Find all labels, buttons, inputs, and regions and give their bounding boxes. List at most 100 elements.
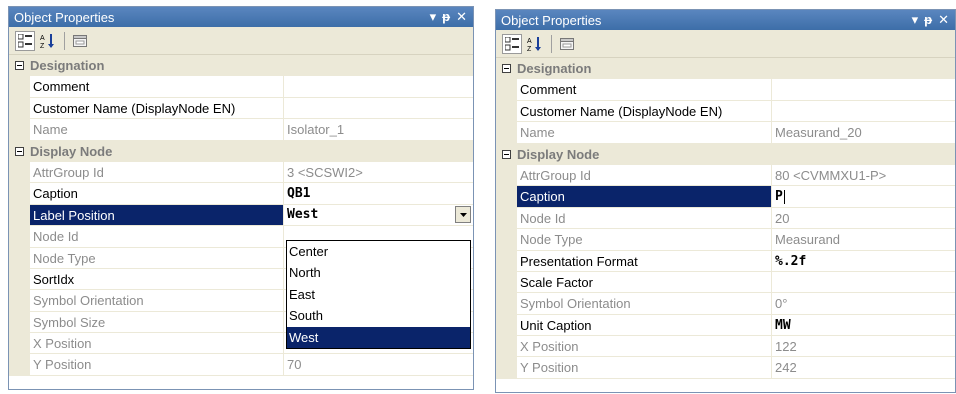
dropdown-arrow-button[interactable] — [455, 206, 471, 224]
property-name[interactable]: Comment — [517, 79, 772, 101]
property-name[interactable]: Symbol Orientation — [30, 290, 284, 312]
property-row-x-position[interactable]: X Position 122 — [496, 336, 955, 358]
collapse-toggle-icon[interactable] — [9, 55, 30, 76]
property-value-text: West — [287, 207, 319, 223]
property-name[interactable]: Symbol Orientation — [517, 293, 772, 315]
property-name[interactable]: Node Id — [30, 226, 284, 248]
property-name[interactable]: X Position — [30, 333, 284, 355]
alphabetical-button[interactable]: A Z — [38, 31, 58, 51]
property-pages-icon — [73, 34, 87, 47]
property-name[interactable]: Name — [30, 119, 284, 141]
window-position-dropdown-icon[interactable]: ▾ — [430, 10, 437, 24]
window-position-dropdown-icon[interactable]: ▾ — [912, 13, 919, 27]
property-row-caption[interactable]: Caption QB1 — [9, 183, 473, 205]
property-value[interactable] — [772, 79, 955, 101]
category-display-node[interactable]: Display Node — [9, 140, 473, 162]
property-row-name[interactable]: Name Isolator_1 — [9, 119, 473, 141]
property-value[interactable]: West — [284, 205, 473, 227]
dropdown-option-north[interactable]: North — [287, 262, 470, 283]
row-gutter — [9, 119, 30, 141]
property-row-caption[interactable]: Caption P — [496, 186, 955, 208]
pin-icon[interactable]: ᵽ — [442, 10, 450, 24]
property-row-node-id[interactable]: Node Id 20 — [496, 207, 955, 230]
label-position-dropdown-list[interactable]: Center North East South West — [286, 240, 471, 349]
property-value[interactable] — [772, 101, 955, 123]
property-name[interactable]: Label Position — [30, 204, 284, 227]
property-value[interactable] — [772, 272, 955, 294]
categorized-button[interactable] — [502, 33, 522, 54]
property-row-y-position[interactable]: Y Position 242 — [496, 357, 955, 379]
property-row-customer-name-displaynode-en[interactable]: Customer Name (DisplayNode EN) — [9, 97, 473, 120]
categorized-icon — [505, 36, 519, 50]
property-name[interactable]: Customer Name (DisplayNode EN) — [30, 97, 284, 120]
close-icon[interactable]: ✕ — [938, 13, 949, 27]
row-gutter — [496, 314, 517, 337]
property-name[interactable]: Caption — [517, 186, 772, 208]
category-display-node[interactable]: Display Node — [496, 143, 955, 165]
property-name[interactable]: Node Type — [30, 247, 284, 269]
property-value[interactable] — [284, 98, 473, 120]
collapse-toggle-icon[interactable] — [496, 58, 517, 79]
category-designation[interactable]: Designation — [9, 55, 473, 77]
property-value[interactable] — [284, 76, 473, 98]
row-gutter — [496, 207, 517, 230]
alphabetical-button[interactable]: A Z — [525, 34, 545, 54]
property-value[interactable]: %.2f — [772, 251, 955, 272]
property-row-attrgroup-id[interactable]: AttrGroup Id 3 <SCSWI2> — [9, 161, 473, 184]
dropdown-option-east[interactable]: East — [287, 284, 470, 305]
property-row-scale-factor[interactable]: Scale Factor — [496, 271, 955, 294]
property-name[interactable]: Presentation Format — [517, 250, 772, 272]
row-gutter — [9, 161, 30, 184]
property-pages-button[interactable] — [70, 31, 90, 51]
property-row-customer-name-displaynode-en[interactable]: Customer Name (DisplayNode EN) — [496, 100, 955, 123]
property-name[interactable]: AttrGroup Id — [517, 164, 772, 187]
dropdown-option-south[interactable]: South — [287, 305, 470, 326]
row-gutter — [496, 122, 517, 144]
category-designation[interactable]: Designation — [496, 58, 955, 80]
property-value: 70 — [284, 354, 473, 376]
row-gutter — [9, 290, 30, 312]
property-value[interactable]: MW — [772, 315, 955, 337]
minus-box-icon — [502, 149, 511, 159]
collapse-toggle-icon[interactable] — [496, 144, 517, 165]
property-row-y-position[interactable]: Y Position 70 — [9, 354, 473, 376]
property-name[interactable]: Unit Caption — [517, 314, 772, 337]
row-gutter — [9, 226, 30, 248]
close-icon[interactable]: ✕ — [456, 10, 467, 24]
property-value-text[interactable]: P — [775, 189, 783, 204]
property-name[interactable]: Y Position — [517, 357, 772, 379]
property-row-comment[interactable]: Comment — [496, 79, 955, 101]
panel-titlebar[interactable]: Object Properties ▾ ᵽ ✕ — [9, 7, 473, 27]
property-name[interactable]: SortIdx — [30, 268, 284, 291]
property-name[interactable]: Node Id — [517, 207, 772, 230]
property-value: 0° — [772, 293, 955, 315]
property-row-name[interactable]: Name Measurand_20 — [496, 122, 955, 144]
property-name[interactable]: Name — [517, 122, 772, 144]
property-name[interactable]: Customer Name (DisplayNode EN) — [517, 100, 772, 123]
panel-titlebar[interactable]: Object Properties ▾ ᵽ ✕ — [496, 10, 955, 30]
pin-icon[interactable]: ᵽ — [924, 13, 932, 27]
property-row-comment[interactable]: Comment — [9, 76, 473, 98]
property-row-node-type[interactable]: Node Type Measurand — [496, 229, 955, 251]
property-row-presentation-format[interactable]: Presentation Format %.2f — [496, 250, 955, 272]
collapse-toggle-icon[interactable] — [9, 141, 30, 162]
property-value[interactable]: P — [772, 186, 955, 208]
property-name[interactable]: Y Position — [30, 354, 284, 376]
property-name[interactable]: Scale Factor — [517, 271, 772, 294]
property-name[interactable]: Symbol Size — [30, 311, 284, 334]
property-row-symbol-orientation[interactable]: Symbol Orientation 0° — [496, 293, 955, 315]
property-name[interactable]: Comment — [30, 76, 284, 98]
dropdown-option-center[interactable]: Center — [287, 241, 470, 262]
property-pages-button[interactable] — [557, 34, 577, 54]
property-name[interactable]: Node Type — [517, 229, 772, 251]
property-name[interactable]: X Position — [517, 336, 772, 358]
property-name[interactable]: Caption — [30, 183, 284, 205]
property-name[interactable]: AttrGroup Id — [30, 161, 284, 184]
category-label: Designation — [517, 61, 592, 76]
dropdown-option-west[interactable]: West — [287, 326, 470, 348]
property-row-label-position[interactable]: Label Position West — [9, 204, 473, 227]
property-value[interactable]: QB1 — [284, 183, 473, 205]
property-row-unit-caption[interactable]: Unit Caption MW — [496, 314, 955, 337]
property-row-attrgroup-id[interactable]: AttrGroup Id 80 <CVMMXU1-P> — [496, 164, 955, 187]
categorized-button[interactable] — [15, 30, 35, 51]
